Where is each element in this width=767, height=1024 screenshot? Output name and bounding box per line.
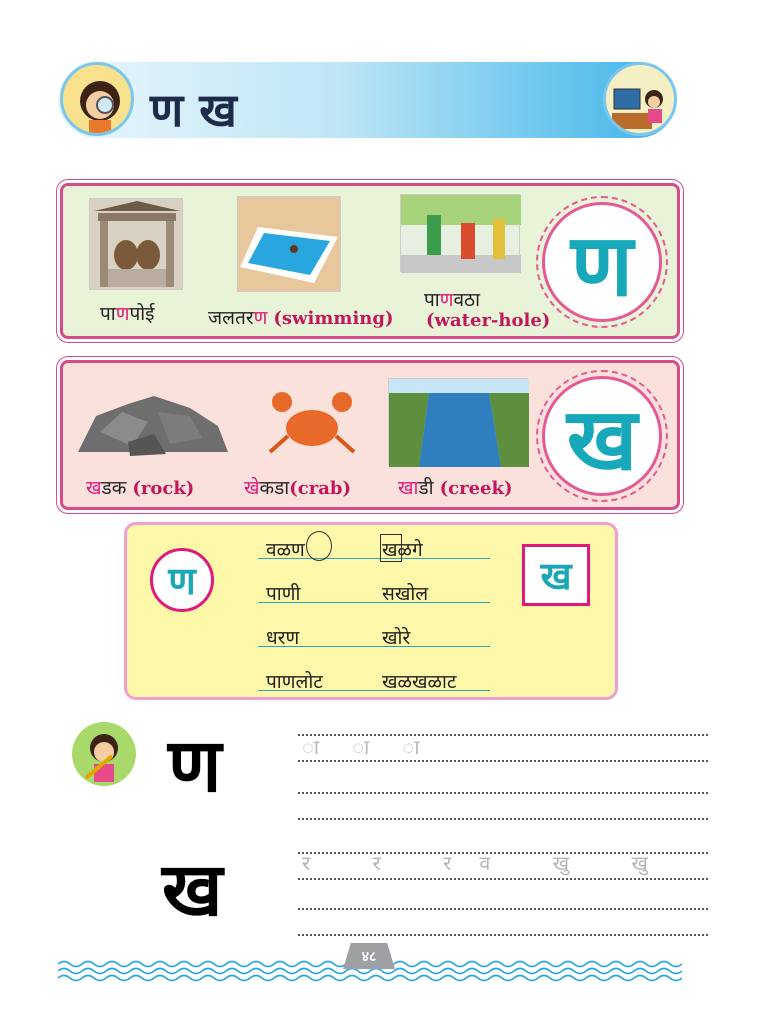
crab-image [264,386,360,464]
practice-letter-kha: ख [522,544,590,606]
writing-line [298,792,708,794]
girl-magnifier-illustration [60,62,134,136]
page-number: ४८ [343,943,395,969]
word-khadak: खडक (rock) [86,477,195,499]
girl-pencil-illustration [72,722,136,786]
writing-line [298,934,708,936]
word-khekda: खेकडा(crab) [244,477,351,499]
page-title: ण ख [150,83,237,137]
girl-computer-illustration [603,62,677,136]
water-pot-stand-image [89,198,183,290]
trace-letters-na: ा ा ा [302,735,448,759]
swimming-pool-image [237,196,341,292]
writing-line [298,908,708,910]
practice-word-na-4: पाणलोट [266,671,323,693]
practice-letter-na: ण [150,548,214,612]
word-jalataran: जलतरण (swimming) [208,307,394,329]
word-panvatha: पाणवठा [424,289,480,311]
practice-word-kha-4: खळखळाट [382,671,457,693]
stroke-guide-letter-na: ण [168,723,222,809]
water-hole-people-image [400,194,521,273]
stroke-guide-letter-kha: ख [162,847,223,933]
writing-line [298,878,708,880]
big-letter-kha: ख [542,376,662,496]
word-panpoi: पाणपोई [100,303,155,325]
practice-word-na-3: धरण [266,627,300,649]
big-letter-na: ण [542,202,662,322]
practice-word-na-1: वळण [266,539,305,561]
rock-image [70,382,232,458]
word-panvatha-english: (water-hole) [426,310,551,331]
letter-circle-mark [306,531,332,561]
practice-word-kha-2: सखोल [382,583,429,605]
writing-line [298,760,708,762]
letter-square-mark [380,534,402,562]
creek-image [388,378,529,467]
trace-letters-kha: र र रव खु खु [302,851,676,875]
word-khadi: खाडी (creek) [398,477,513,499]
writing-line [298,818,708,820]
practice-word-na-2: पाणी [266,583,301,605]
practice-word-kha-3: खोरे [382,627,411,649]
